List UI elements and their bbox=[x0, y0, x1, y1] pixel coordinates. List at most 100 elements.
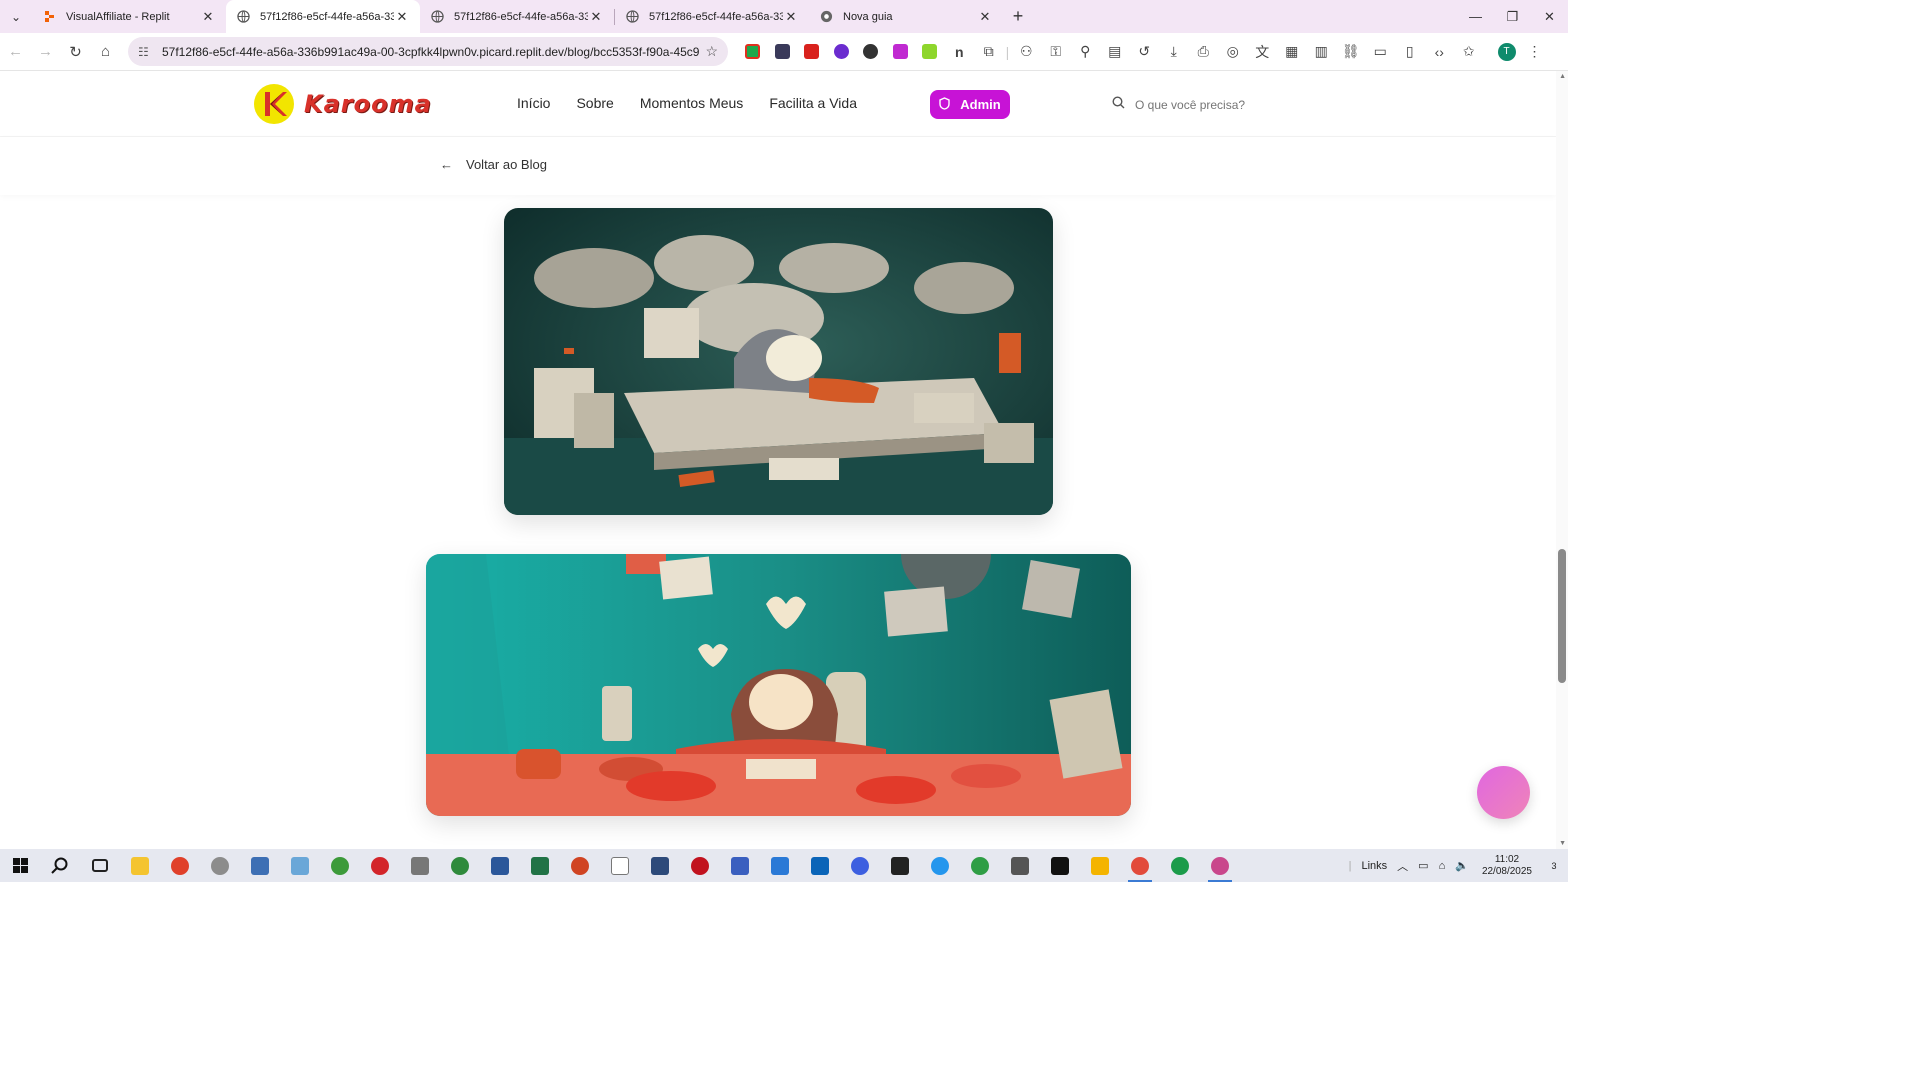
close-tab-icon[interactable]: ✕ bbox=[394, 9, 410, 25]
devtools-icon[interactable]: ‹› bbox=[1425, 41, 1455, 63]
sidebar-icon[interactable]: ▯ bbox=[1395, 41, 1425, 63]
chrome-icon[interactable] bbox=[960, 849, 1000, 882]
home-icon[interactable]: ⌂ bbox=[91, 37, 120, 66]
clock[interactable]: 11:02 22/08/2025 bbox=[1482, 854, 1532, 878]
powerpoint-icon[interactable] bbox=[560, 849, 600, 882]
chevron-up-icon[interactable]: ︿ bbox=[1397, 858, 1408, 874]
new-tab-icon[interactable]: + bbox=[1003, 6, 1033, 27]
bookmark-star-icon[interactable]: ☆ bbox=[700, 43, 718, 60]
extension-icon[interactable]: n bbox=[945, 41, 975, 63]
minimize-icon[interactable]: — bbox=[1457, 0, 1494, 33]
app-icon[interactable] bbox=[1000, 849, 1040, 882]
app-icon[interactable] bbox=[680, 849, 720, 882]
app-icon[interactable] bbox=[200, 849, 240, 882]
admin-button[interactable]: Admin bbox=[930, 90, 1010, 119]
profile-avatar[interactable]: T bbox=[1497, 42, 1516, 61]
windows-start-icon[interactable] bbox=[0, 849, 40, 882]
excel-icon[interactable] bbox=[520, 849, 560, 882]
address-bar[interactable]: ☷ 57f12f86-e5cf-44fe-a56a-336b991ac49a-0… bbox=[128, 37, 728, 66]
volume-icon[interactable]: 🔈 bbox=[1455, 859, 1469, 872]
app-icon[interactable] bbox=[320, 849, 360, 882]
nav-item-sobre[interactable]: Sobre bbox=[576, 95, 613, 111]
close-tab-icon[interactable]: ✕ bbox=[977, 9, 993, 25]
capcut-icon[interactable] bbox=[1040, 849, 1080, 882]
floating-action-button[interactable] bbox=[1477, 766, 1530, 819]
back-arrow-icon[interactable]: ← bbox=[1, 37, 30, 66]
puzzle-icon[interactable]: ⧉ bbox=[974, 41, 1004, 63]
search-input[interactable] bbox=[1135, 97, 1285, 112]
extension-icon[interactable] bbox=[915, 41, 945, 63]
network-icon[interactable]: ⌂ bbox=[1439, 860, 1446, 872]
word-icon[interactable] bbox=[480, 849, 520, 882]
reader-icon[interactable]: ▤ bbox=[1100, 41, 1130, 63]
browser-tab[interactable]: Nova guia ✕ bbox=[809, 0, 1003, 33]
search-icon[interactable] bbox=[40, 849, 80, 882]
notepad-icon[interactable] bbox=[600, 849, 640, 882]
extension-icon[interactable] bbox=[738, 41, 768, 63]
reading-mode-icon[interactable]: ▥ bbox=[1307, 41, 1337, 63]
site-logo[interactable]: Karooma bbox=[254, 84, 432, 124]
site-settings-icon[interactable]: ☷ bbox=[138, 45, 154, 59]
page-scrollbar[interactable]: ▲ ▼ bbox=[1556, 71, 1568, 849]
site-search[interactable] bbox=[1102, 88, 1300, 121]
file-explorer-icon[interactable] bbox=[120, 849, 160, 882]
screenshot-icon[interactable]: ◎ bbox=[1218, 41, 1248, 63]
app-icon[interactable] bbox=[360, 849, 400, 882]
nav-item-facilita-a-vida[interactable]: Facilita a Vida bbox=[769, 95, 857, 111]
terminal-icon[interactable] bbox=[880, 849, 920, 882]
nav-item-inicio[interactable]: Início bbox=[517, 95, 550, 111]
incognito-icon[interactable]: ⚇ bbox=[1012, 41, 1042, 63]
browser-tab[interactable]: 57f12f86-e5cf-44fe-a56a-336b991ac49a ✕ bbox=[615, 0, 809, 33]
forward-arrow-icon[interactable]: → bbox=[31, 37, 60, 66]
app-icon[interactable] bbox=[400, 849, 440, 882]
download-icon[interactable]: ⤓ bbox=[1159, 41, 1189, 63]
scroll-thumb[interactable] bbox=[1558, 549, 1566, 683]
close-tab-icon[interactable]: ✕ bbox=[783, 9, 799, 25]
tab-search-button[interactable]: ⌄ bbox=[0, 0, 32, 33]
scroll-down-icon[interactable]: ▼ bbox=[1559, 840, 1566, 847]
app-icon[interactable] bbox=[720, 849, 760, 882]
history-icon[interactable]: ↺ bbox=[1130, 41, 1160, 63]
browser-tab[interactable]: 57f12f86-e5cf-44fe-a56a-336b991ac49a ✕ bbox=[420, 0, 614, 33]
app-icon[interactable] bbox=[440, 849, 480, 882]
google-drive-icon[interactable] bbox=[1080, 849, 1120, 882]
links-toolbar[interactable]: Links bbox=[1361, 860, 1387, 872]
favorites-icon[interactable]: ✩ bbox=[1454, 41, 1484, 63]
location-icon[interactable]: ⚲ bbox=[1071, 41, 1101, 63]
chrome-icon[interactable] bbox=[1200, 849, 1240, 882]
battery-icon[interactable]: ▭ bbox=[1418, 859, 1428, 872]
link-icon[interactable]: ⛓ bbox=[1336, 41, 1366, 63]
close-tab-icon[interactable]: ✕ bbox=[200, 9, 216, 25]
calculator-icon[interactable] bbox=[240, 849, 280, 882]
outlook-icon[interactable] bbox=[800, 849, 840, 882]
app-icon[interactable] bbox=[760, 849, 800, 882]
translate-icon[interactable]: 文 bbox=[1248, 41, 1278, 63]
browser-tab-active[interactable]: 57f12f86-e5cf-44fe-a56a-336b991ac49a ✕ bbox=[226, 0, 420, 33]
notifications-icon[interactable]: 3 bbox=[1540, 849, 1568, 882]
extension-icon[interactable] bbox=[797, 41, 827, 63]
browser-tab[interactable]: VisualAffiliate - Replit ✕ bbox=[32, 0, 226, 33]
extension-icon[interactable] bbox=[856, 41, 886, 63]
powershell-icon[interactable] bbox=[640, 849, 680, 882]
extension-icon[interactable] bbox=[827, 41, 857, 63]
cast-icon[interactable]: ▭ bbox=[1366, 41, 1396, 63]
app-icon[interactable] bbox=[920, 849, 960, 882]
print-icon[interactable]: ⎙ bbox=[1189, 41, 1219, 63]
app-icon[interactable] bbox=[840, 849, 880, 882]
app-icon[interactable] bbox=[160, 849, 200, 882]
restore-icon[interactable]: ❐ bbox=[1494, 0, 1531, 33]
reload-icon[interactable]: ↻ bbox=[61, 37, 90, 66]
key-icon[interactable]: ⚿ bbox=[1041, 41, 1071, 63]
app-icon[interactable] bbox=[1160, 849, 1200, 882]
menu-icon[interactable]: ⋮ bbox=[1528, 43, 1542, 60]
qr-code-icon[interactable]: ▦ bbox=[1277, 41, 1307, 63]
extension-icon[interactable] bbox=[768, 41, 798, 63]
nav-item-momentos-meus[interactable]: Momentos Meus bbox=[640, 95, 743, 111]
task-view-icon[interactable] bbox=[80, 849, 120, 882]
extension-icon[interactable] bbox=[886, 41, 916, 63]
close-tab-icon[interactable]: ✕ bbox=[588, 9, 604, 25]
chrome-icon[interactable] bbox=[1120, 849, 1160, 882]
scroll-up-icon[interactable]: ▲ bbox=[1559, 73, 1566, 80]
back-to-blog-link[interactable]: ← Voltar ao Blog bbox=[440, 157, 547, 172]
app-icon[interactable] bbox=[280, 849, 320, 882]
